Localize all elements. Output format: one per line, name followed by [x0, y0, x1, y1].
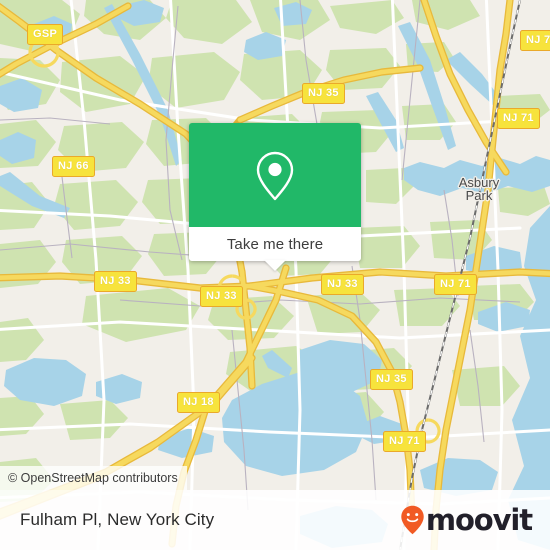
map-share-screen: GSP NJ 7 NJ 35 NJ 71 NJ 66 NJ 33 NJ 33 N…: [0, 0, 550, 550]
moovit-logo[interactable]: moovit: [400, 503, 533, 537]
road-shield: NJ 71: [497, 108, 540, 129]
callout-pointer: [264, 260, 286, 271]
road-shield: GSP: [27, 24, 64, 45]
road-shield: NJ 35: [370, 369, 413, 390]
road-shield: NJ 33: [321, 274, 364, 295]
callout-icon-area: [189, 123, 361, 227]
place-label-line-2: Park: [465, 188, 493, 203]
attribution-text: © OpenStreetMap contributors: [8, 471, 178, 485]
bottom-bar: Fulham Pl, New York City moovit: [0, 490, 550, 550]
road-shield: NJ 7: [520, 30, 550, 51]
road-shield: NJ 66: [52, 156, 95, 177]
road-shield: NJ 33: [200, 286, 243, 307]
road-shield: NJ 71: [383, 431, 426, 452]
road-shield: NJ 71: [434, 274, 477, 295]
take-me-there-button[interactable]: Take me there: [227, 236, 323, 253]
moovit-pin-smiley-icon: [401, 505, 424, 535]
moovit-wordmark: moovit: [425, 503, 533, 537]
location-callout-card[interactable]: Take me there: [189, 123, 361, 271]
place-label-asbury-park: Asbury Park: [459, 176, 499, 202]
map-attribution: © OpenStreetMap contributors: [0, 466, 187, 490]
map-pin-icon: [256, 151, 294, 201]
place-title: Fulham Pl, New York City: [20, 510, 215, 529]
road-shield: NJ 33: [94, 271, 137, 292]
callout-action-area[interactable]: Take me there: [189, 227, 361, 271]
road-shield: NJ 35: [302, 83, 345, 104]
road-shield: NJ 18: [177, 392, 220, 413]
